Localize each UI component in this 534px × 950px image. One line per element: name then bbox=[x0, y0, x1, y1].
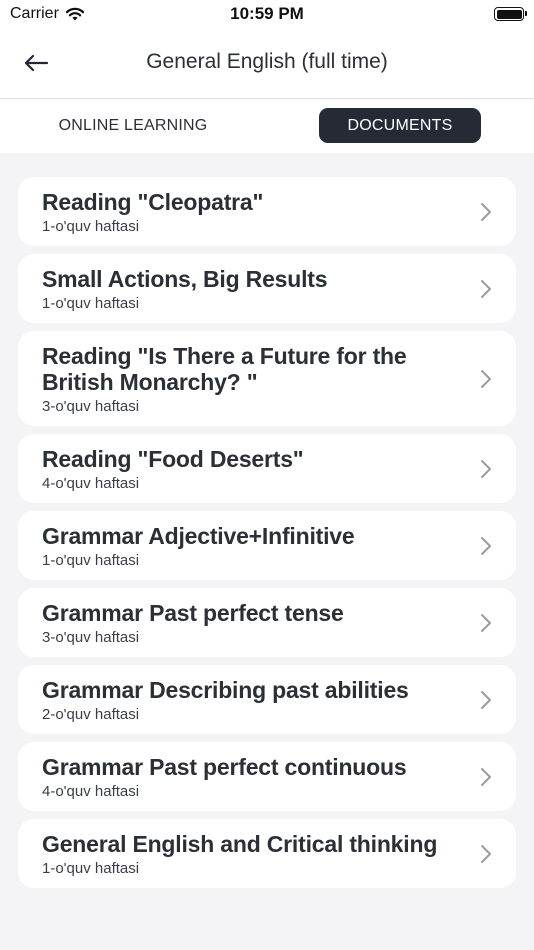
document-item[interactable]: Grammar Past perfect continuous 4-o'quv … bbox=[18, 742, 516, 811]
document-week: 1-o'quv haftasi bbox=[42, 218, 140, 235]
chevron-right-icon bbox=[481, 279, 491, 298]
document-item[interactable]: General English and Critical thinking 1-… bbox=[18, 819, 516, 888]
document-item[interactable]: Reading "Cleopatra" 1-o'quv haftasi bbox=[18, 177, 516, 246]
chevron-right-icon bbox=[481, 613, 491, 632]
document-title: General English and Critical thinking bbox=[42, 831, 438, 857]
chevron-right-icon bbox=[481, 369, 491, 388]
document-week: 3-o'quv haftasi bbox=[42, 629, 140, 646]
document-title: Grammar Adjective+Infinitive bbox=[42, 523, 355, 549]
document-title: Grammar Describing past abilities bbox=[42, 677, 409, 703]
document-title: Reading "Cleopatra" bbox=[42, 189, 264, 215]
chevron-right-icon bbox=[481, 536, 491, 555]
navigation-bar: General English (full time) bbox=[0, 30, 534, 99]
tab-online-learning[interactable]: ONLINE LEARNING bbox=[32, 108, 234, 143]
document-title: Small Actions, Big Results bbox=[42, 266, 328, 292]
status-time: 10:59 PM bbox=[230, 4, 304, 23]
status-bar: Carrier 10:59 PM bbox=[0, 0, 534, 30]
chevron-right-icon bbox=[481, 459, 491, 478]
document-item[interactable]: Small Actions, Big Results 1-o'quv hafta… bbox=[18, 254, 516, 323]
document-week: 1-o'quv haftasi bbox=[42, 860, 140, 877]
chevron-right-icon bbox=[481, 844, 491, 863]
document-week: 4-o'quv haftasi bbox=[42, 783, 140, 800]
document-week: 1-o'quv haftasi bbox=[42, 552, 140, 569]
document-item[interactable]: Grammar Past perfect tense 3-o'quv hafta… bbox=[18, 588, 516, 657]
document-item[interactable]: Reading "Food Deserts" 4-o'quv haftasi bbox=[18, 434, 516, 503]
chevron-right-icon bbox=[481, 202, 491, 221]
document-title: Reading "Food Deserts" bbox=[42, 446, 304, 472]
document-week: 4-o'quv haftasi bbox=[42, 475, 140, 492]
tab-bar: ONLINE LEARNING DOCUMENTS bbox=[0, 100, 534, 153]
arrow-left-icon bbox=[24, 54, 49, 72]
documents-list: Reading "Cleopatra" 1-o'quv haftasi Smal… bbox=[0, 153, 534, 950]
tab-documents[interactable]: DOCUMENTS bbox=[319, 108, 481, 143]
chevron-right-icon bbox=[481, 767, 491, 786]
document-week: 3-o'quv haftasi bbox=[42, 398, 140, 415]
back-button[interactable] bbox=[18, 48, 54, 78]
chevron-right-icon bbox=[481, 690, 491, 709]
document-title: Grammar Past perfect tense bbox=[42, 600, 344, 626]
page-title: General English (full time) bbox=[146, 50, 388, 73]
document-week: 2-o'quv haftasi bbox=[42, 706, 140, 723]
document-item[interactable]: Grammar Describing past abilities 2-o'qu… bbox=[18, 665, 516, 734]
battery-icon bbox=[494, 7, 527, 21]
document-title: Grammar Past perfect continuous bbox=[42, 754, 407, 780]
document-item[interactable]: Reading "Is There a Future for the Briti… bbox=[18, 331, 516, 426]
document-title: Reading "Is There a Future for the Briti… bbox=[42, 343, 407, 395]
document-item[interactable]: Grammar Adjective+Infinitive 1-o'quv haf… bbox=[18, 511, 516, 580]
document-week: 1-o'quv haftasi bbox=[42, 295, 140, 312]
